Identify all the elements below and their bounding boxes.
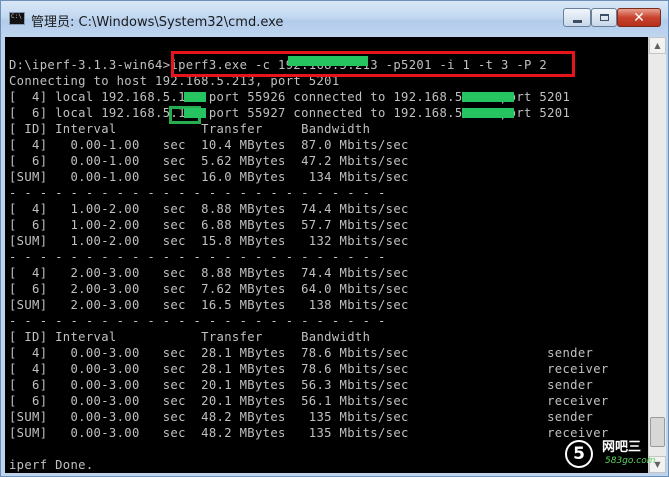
cmd-console-icon[interactable] [9,12,25,25]
console-line: [SUM] 1.00-2.00 sec 15.8 MBytes 132 Mbit… [9,234,409,248]
watermark-badge: 5 [565,440,593,468]
console-line: [ 4] 0.00-3.00 sec 28.1 MBytes 78.6 Mbit… [9,362,609,376]
command-highlight-box [171,51,575,77]
console-line: [SUM] 0.00-1.00 sec 16.0 MBytes 134 Mbit… [9,170,409,184]
console-line: [ 6] 2.00-3.00 sec 7.62 MBytes 64.0 Mbit… [9,282,409,296]
console-line: [ ID] Interval Transfer Bandwidth [9,330,371,344]
console-line: - - - - - - - - - - - - - - - - - - - - … [9,186,386,200]
maximize-button[interactable] [591,8,617,27]
console-line: [ 6] 0.00-1.00 sec 5.62 MBytes 47.2 Mbit… [9,154,409,168]
close-icon: ✕ [633,9,645,26]
console-line: - - - - - - - - - - - - - - - - - - - - … [9,314,386,328]
close-button[interactable]: ✕ [617,8,661,27]
minimize-button[interactable] [563,8,591,27]
console-line: [ 4] 2.00-3.00 sec 8.88 MBytes 74.4 Mbit… [9,266,409,280]
redaction-mask [288,56,368,66]
minimize-icon [572,19,582,23]
maximize-icon [599,14,609,21]
console-line: [SUM] 0.00-3.00 sec 48.2 MBytes 135 Mbit… [9,426,609,440]
console-output[interactable]: D:\iperf-3.1.3-win64>iperf3.exe -c 192.1… [5,37,648,473]
redaction-mask [462,92,514,102]
watermark-name: 网吧三 [602,440,642,455]
console-line: [SUM] 0.00-3.00 sec 48.2 MBytes 135 Mbit… [9,410,594,424]
console-line: - - - - - - - - - - - - - - - - - - - - … [9,250,386,264]
vertical-scrollbar[interactable]: ▲ ▼ [648,37,666,473]
console-line: [ 6] 0.00-3.00 sec 20.1 MBytes 56.1 Mbit… [9,394,609,408]
console-line: [SUM] 2.00-3.00 sec 16.5 MBytes 138 Mbit… [9,298,409,312]
console-line: [ 4] 0.00-3.00 sec 28.1 MBytes 78.6 Mbit… [9,346,594,360]
scrollbar-thumb[interactable] [650,417,665,447]
watermark-domain: 583go.com [605,456,656,466]
console-line: [ 4] 1.00-2.00 sec 8.88 MBytes 74.4 Mbit… [9,202,409,216]
console-line: [ 6] 0.00-3.00 sec 20.1 MBytes 56.3 Mbit… [9,378,594,392]
redaction-mask [184,92,206,102]
title-bar[interactable]: 管理员: C:\Windows\System32\cmd.exe ✕ [1,1,668,37]
redaction-mask [184,108,206,118]
console-line: iperf Done. [9,458,94,472]
window-title: 管理员: C:\Windows\System32\cmd.exe [31,15,284,30]
console-line: [ 4] 0.00-1.00 sec 10.4 MBytes 87.0 Mbit… [9,138,409,152]
scroll-up-arrow-icon[interactable]: ▲ [649,37,666,54]
console-line: [ 6] 1.00-2.00 sec 6.88 MBytes 57.7 Mbit… [9,218,409,232]
redaction-mask [462,108,514,118]
